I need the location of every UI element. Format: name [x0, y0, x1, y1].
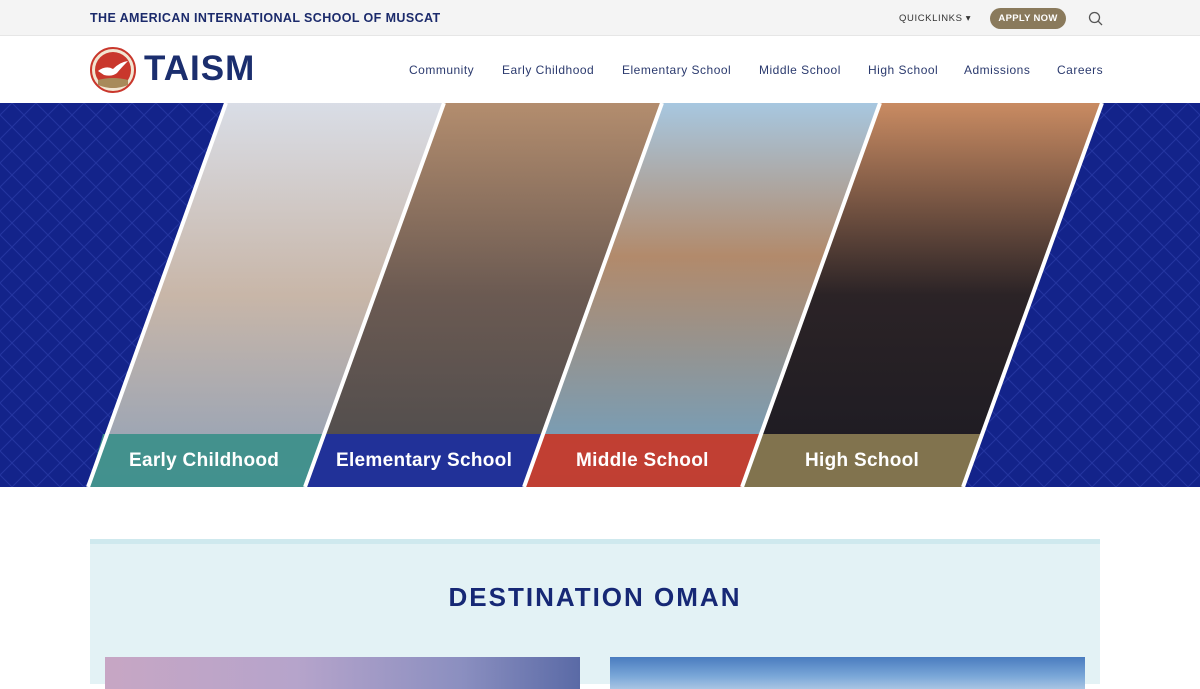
panel-elementary-school-link[interactable]: Elementary School	[336, 450, 512, 472]
nav-high-school[interactable]: High School	[868, 63, 938, 77]
destination-image-left[interactable]	[105, 657, 580, 689]
nav-early-childhood[interactable]: Early Childhood	[502, 63, 594, 77]
nav-admissions[interactable]: Admissions	[964, 63, 1030, 77]
quicklinks-dropdown[interactable]: QUICKLINKS ▾	[899, 13, 971, 24]
logo-wordmark[interactable]: TAISM	[144, 49, 255, 89]
nav-careers[interactable]: Careers	[1057, 63, 1103, 77]
nav-community[interactable]: Community	[409, 63, 474, 77]
panel-early-childhood-link[interactable]: Early Childhood	[129, 450, 279, 472]
destination-oman-section: DESTINATION OMAN	[90, 539, 1100, 689]
nav-elementary-school[interactable]: Elementary School	[622, 63, 731, 77]
school-full-name[interactable]: THE AMERICAN INTERNATIONAL SCHOOL OF MUS…	[90, 11, 441, 25]
apply-now-button[interactable]: APPLY NOW	[990, 8, 1066, 29]
destination-image-right[interactable]	[610, 657, 1085, 689]
section-title: DESTINATION OMAN	[448, 582, 742, 612]
main-header: TAISM Community Early Childhood Elementa…	[0, 37, 1200, 103]
school-logo-icon[interactable]	[90, 47, 136, 93]
top-utility-bar: THE AMERICAN INTERNATIONAL SCHOOL OF MUS…	[0, 0, 1200, 36]
nav-middle-school[interactable]: Middle School	[759, 63, 841, 77]
hero-banner: Early Childhood Elementary School Middle…	[0, 103, 1200, 487]
search-icon[interactable]	[1088, 11, 1103, 26]
panel-high-school-link[interactable]: High School	[805, 450, 919, 472]
hero-panels-graphic	[0, 103, 1200, 487]
panel-middle-school-link[interactable]: Middle School	[576, 450, 709, 472]
